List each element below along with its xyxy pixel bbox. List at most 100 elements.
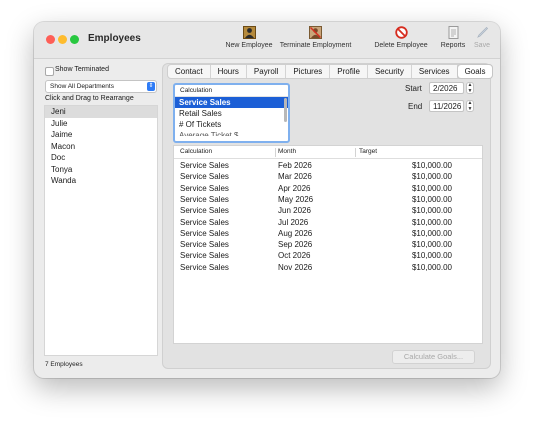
drag-hint: Click and Drag to Rearrange bbox=[45, 95, 134, 102]
window-title: Employees bbox=[88, 33, 141, 44]
pen-icon bbox=[476, 26, 488, 38]
new-employee-button[interactable]: New Employee bbox=[224, 26, 274, 56]
terminate-person-icon bbox=[309, 26, 322, 39]
employee-list-item[interactable]: Macon bbox=[45, 141, 157, 153]
tab-hours[interactable]: Hours bbox=[211, 65, 247, 78]
start-date-field[interactable]: 2/2026 bbox=[429, 82, 464, 94]
new-employee-label: New Employee bbox=[225, 42, 273, 49]
cell-calculation: Service Sales bbox=[180, 240, 229, 250]
employees-window: Employees New Employee Terminate Employm… bbox=[34, 22, 500, 378]
table-row[interactable]: Service Sales Mar 2026 $10,000.00 bbox=[174, 171, 482, 182]
goals-table: Calculation Month Target Service Sales Fe… bbox=[173, 145, 483, 344]
calculate-goals-button[interactable]: Calculate Goals... bbox=[392, 350, 475, 364]
cell-target: $10,000.00 bbox=[411, 262, 452, 272]
zoom-window-button[interactable] bbox=[70, 35, 79, 44]
cell-target: $10,000.00 bbox=[411, 183, 452, 193]
cell-month: May 2026 bbox=[278, 194, 314, 204]
cell-target: $10,000.00 bbox=[411, 161, 452, 170]
cell-calculation: Service Sales bbox=[180, 251, 229, 261]
cell-calculation: Service Sales bbox=[180, 161, 229, 170]
tab-goals[interactable]: Goals bbox=[457, 65, 493, 78]
table-row[interactable]: Service Sales Aug 2026 $10,000.00 bbox=[174, 228, 482, 239]
minimize-window-button[interactable] bbox=[58, 35, 67, 44]
cell-month: Aug 2026 bbox=[278, 228, 313, 238]
column-header-calculation[interactable]: Calculation bbox=[180, 146, 212, 158]
calculation-list-item[interactable]: # Of Tickets bbox=[175, 119, 288, 130]
cell-calculation: Service Sales bbox=[180, 183, 229, 193]
table-row[interactable]: Service Sales Oct 2026 $10,000.00 bbox=[174, 250, 482, 261]
table-row[interactable]: Service Sales Jun 2026 $10,000.00 bbox=[174, 205, 482, 216]
select-arrows-icon: ⇕ bbox=[147, 82, 155, 91]
calculation-list-item[interactable]: Service Sales bbox=[175, 97, 288, 108]
employee-list[interactable]: Jeni Julie Jaime Macon Doc Tonya Wanda bbox=[44, 105, 158, 356]
employee-list-item[interactable]: Doc bbox=[45, 152, 157, 164]
cell-target: $10,000.00 bbox=[411, 217, 452, 227]
start-date-label: Start bbox=[405, 84, 422, 93]
save-button[interactable]: Save bbox=[471, 26, 493, 56]
show-terminated-label: Show Terminated bbox=[55, 66, 109, 73]
tab-contact[interactable]: Contact bbox=[168, 65, 211, 78]
tab-pictures[interactable]: Pictures bbox=[286, 65, 331, 78]
table-row[interactable]: Service Sales Nov 2026 $10,000.00 bbox=[174, 262, 482, 273]
employee-list-item[interactable]: Tonya bbox=[45, 164, 157, 176]
cell-target: $10,000.00 bbox=[411, 251, 452, 261]
delete-employee-button[interactable]: Delete Employee bbox=[373, 26, 429, 56]
cell-month: Jun 2026 bbox=[278, 206, 311, 216]
cell-month: Mar 2026 bbox=[278, 172, 312, 182]
person-icon bbox=[242, 26, 256, 39]
cell-target: $10,000.00 bbox=[411, 206, 452, 216]
table-row[interactable]: Service Sales Sep 2026 $10,000.00 bbox=[174, 239, 482, 250]
employee-list-item[interactable]: Jeni bbox=[45, 106, 157, 118]
table-header-row bbox=[174, 146, 482, 159]
column-header-target[interactable]: Target bbox=[359, 146, 377, 158]
end-date-label: End bbox=[408, 102, 423, 111]
column-header-month[interactable]: Month bbox=[278, 146, 296, 158]
calculation-list[interactable]: Calculation Service Sales Retail Sales #… bbox=[173, 83, 290, 143]
cell-month: Sep 2026 bbox=[278, 240, 313, 250]
tab-profile[interactable]: Profile bbox=[330, 65, 368, 78]
tab-services[interactable]: Services bbox=[412, 65, 458, 78]
end-date-field[interactable]: 11/2026 bbox=[429, 100, 464, 112]
column-divider bbox=[355, 148, 356, 157]
reports-label: Reports bbox=[440, 42, 466, 49]
delete-employee-label: Delete Employee bbox=[374, 42, 428, 49]
cell-month: Nov 2026 bbox=[278, 262, 313, 272]
cell-calculation: Service Sales bbox=[180, 217, 229, 227]
document-icon bbox=[448, 26, 458, 39]
start-date-stepper[interactable]: ▲ ▼ bbox=[466, 82, 474, 94]
end-date-stepper[interactable]: ▲ ▼ bbox=[466, 100, 474, 112]
calculation-list-scrollbar[interactable] bbox=[284, 98, 287, 122]
cell-month: Feb 2026 bbox=[278, 161, 312, 170]
prohibited-icon bbox=[394, 26, 408, 39]
close-window-button[interactable] bbox=[46, 35, 55, 44]
cell-month: Apr 2026 bbox=[278, 183, 311, 193]
reports-button[interactable]: Reports bbox=[439, 26, 467, 56]
table-row[interactable]: Service Sales Feb 2026 $10,000.00 bbox=[174, 160, 482, 171]
cell-target: $10,000.00 bbox=[411, 194, 452, 204]
cell-calculation: Service Sales bbox=[180, 262, 229, 272]
employee-list-item[interactable]: Wanda bbox=[45, 175, 157, 187]
employee-list-item[interactable]: Julie bbox=[45, 118, 157, 130]
cell-month: Oct 2026 bbox=[278, 251, 311, 261]
cell-month: Jul 2026 bbox=[278, 217, 309, 227]
department-filter-select[interactable]: Show All Departments ⇕ bbox=[45, 80, 157, 93]
tab-security[interactable]: Security bbox=[368, 65, 412, 78]
cell-calculation: Service Sales bbox=[180, 206, 229, 216]
cell-target: $10,000.00 bbox=[411, 228, 452, 238]
table-row[interactable]: Service Sales Apr 2026 $10,000.00 bbox=[174, 183, 482, 194]
terminate-employment-button[interactable]: Terminate Employment bbox=[278, 26, 353, 56]
save-label: Save bbox=[474, 42, 490, 49]
calculation-list-item[interactable]: Average Ticket $ bbox=[175, 130, 288, 136]
employee-count: 7 Employees bbox=[45, 361, 83, 368]
table-row[interactable]: Service Sales Jul 2026 $10,000.00 bbox=[174, 217, 482, 228]
show-terminated-checkbox[interactable] bbox=[45, 67, 54, 76]
cell-calculation: Service Sales bbox=[180, 228, 229, 238]
cell-target: $10,000.00 bbox=[411, 240, 452, 250]
department-filter-value: Show All Departments bbox=[50, 82, 114, 90]
cell-calculation: Service Sales bbox=[180, 194, 229, 204]
tab-payroll[interactable]: Payroll bbox=[247, 65, 287, 78]
calculation-list-header: Calculation bbox=[175, 85, 288, 97]
employee-list-item[interactable]: Jaime bbox=[45, 129, 157, 141]
calculation-list-item[interactable]: Retail Sales bbox=[175, 108, 288, 119]
table-row[interactable]: Service Sales May 2026 $10,000.00 bbox=[174, 194, 482, 205]
